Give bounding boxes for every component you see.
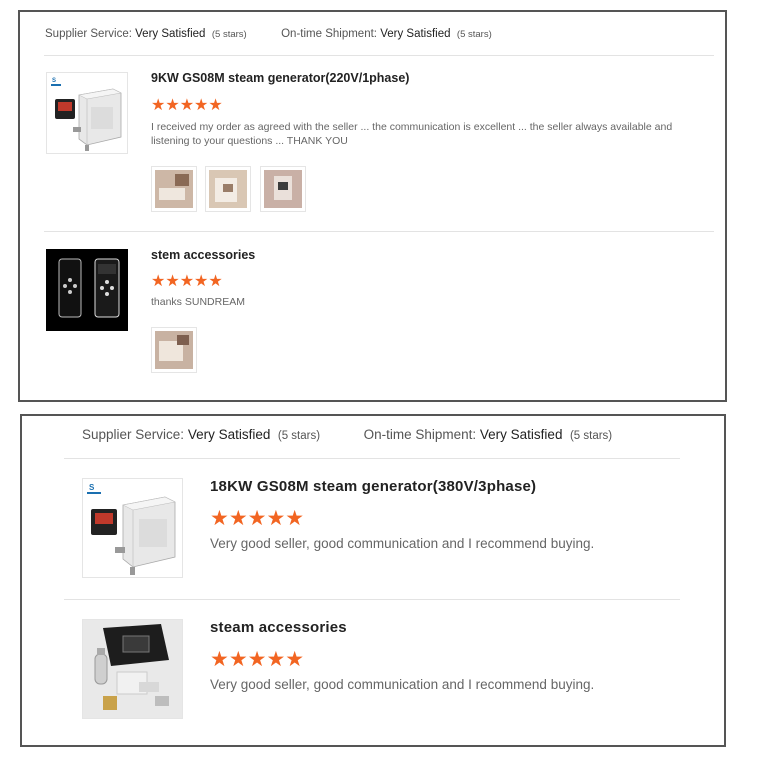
divider <box>44 231 714 232</box>
shipment-value: Very Satisfied <box>380 28 451 40</box>
review-text: thanks SUNDREAM <box>151 296 245 308</box>
shipment-label: On-time Shipment: <box>281 28 377 40</box>
divider <box>44 55 714 56</box>
shipment-label: On-time Shipment: <box>363 427 477 442</box>
product-thumbnail[interactable]: S <box>46 72 128 154</box>
supplier-service-label: Supplier Service: <box>82 427 185 442</box>
supplier-service-value: Very Satisfied <box>187 427 271 442</box>
rating-summary: Supplier Service: Very Satisfied (5 star… <box>45 28 492 40</box>
review-text: Very good seller, good communication and… <box>210 677 595 692</box>
star-rating: ★★★★★ <box>151 97 223 114</box>
product-title[interactable]: 9KW GS08M steam generator(220V/1phase) <box>151 71 409 85</box>
review-photo[interactable] <box>205 166 251 212</box>
svg-text:S: S <box>89 483 95 492</box>
star-rating: ★★★★★ <box>210 648 305 671</box>
product-thumbnail[interactable] <box>46 249 128 331</box>
star-rating: ★★★★★ <box>151 273 223 290</box>
supplier-service-count: (5 stars) <box>277 430 321 442</box>
supplier-service-count: (5 stars) <box>211 29 247 40</box>
rating-summary: Supplier Service: Very Satisfied (5 star… <box>82 427 612 442</box>
product-title[interactable]: 18KW GS08M steam generator(380V/3phase) <box>210 478 536 495</box>
review-panel-2: Supplier Service: Very Satisfied (5 star… <box>20 414 726 747</box>
svg-text:S: S <box>52 78 56 84</box>
review-photo[interactable] <box>260 166 306 212</box>
review-panel-1: Supplier Service: Very Satisfied (5 star… <box>18 10 727 402</box>
product-title[interactable]: stem accessories <box>151 248 255 262</box>
divider <box>64 599 680 600</box>
review-photo[interactable] <box>151 327 197 373</box>
supplier-service-value: Very Satisfied <box>135 28 206 40</box>
shipment-count: (5 stars) <box>569 430 613 442</box>
product-thumbnail[interactable]: S <box>82 478 183 578</box>
review-photo[interactable] <box>151 166 197 212</box>
shipment-count: (5 stars) <box>456 29 492 40</box>
product-title[interactable]: steam accessories <box>210 619 347 636</box>
supplier-service-label: Supplier Service: <box>45 28 132 40</box>
review-text: I received my order as agreed with the s… <box>151 121 673 147</box>
shipment-value: Very Satisfied <box>479 427 563 442</box>
product-thumbnail[interactable] <box>82 619 183 719</box>
star-rating: ★★★★★ <box>210 507 305 530</box>
divider <box>64 458 680 459</box>
review-text: Very good seller, good communication and… <box>210 536 595 551</box>
